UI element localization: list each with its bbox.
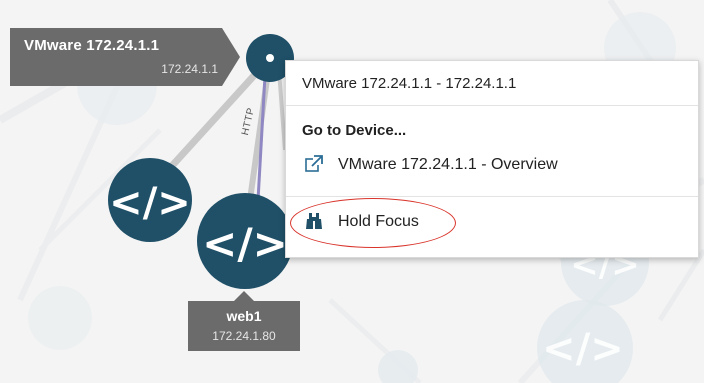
code-icon: </> bbox=[202, 219, 288, 268]
web1-label[interactable]: web1 172.24.1.80 bbox=[188, 291, 300, 351]
go-to-device-heading: Go to Device... bbox=[302, 122, 407, 139]
node-center-dot bbox=[266, 54, 274, 62]
web1-ip: 172.24.1.80 bbox=[212, 329, 276, 343]
hold-focus-highlight bbox=[290, 198, 456, 248]
code-icon: </> bbox=[109, 180, 191, 226]
external-link-icon bbox=[305, 155, 323, 172]
menu-item-overview[interactable]: VMware 172.24.1.1 - Overview bbox=[296, 148, 688, 182]
divider bbox=[286, 105, 698, 106]
divider bbox=[286, 196, 698, 197]
context-menu-title: VMware 172.24.1.1 - 172.24.1.1 bbox=[302, 75, 517, 92]
device-label[interactable]: VMware 172.24.1.1 172.24.1.1 bbox=[10, 28, 240, 86]
bg-code-icon: </> bbox=[542, 326, 624, 372]
device-name: VMware 172.24.1.1 bbox=[24, 37, 160, 54]
bg-node bbox=[378, 350, 418, 383]
device-ip: 172.24.1.1 bbox=[161, 62, 218, 76]
web1-name: web1 bbox=[226, 308, 262, 324]
menu-item-overview-label: VMware 172.24.1.1 - Overview bbox=[338, 156, 558, 173]
topology-map[interactable]: </> </> </> </> HTTP VMware 172.24.1.1 1… bbox=[0, 0, 704, 383]
bg-node bbox=[28, 286, 92, 350]
